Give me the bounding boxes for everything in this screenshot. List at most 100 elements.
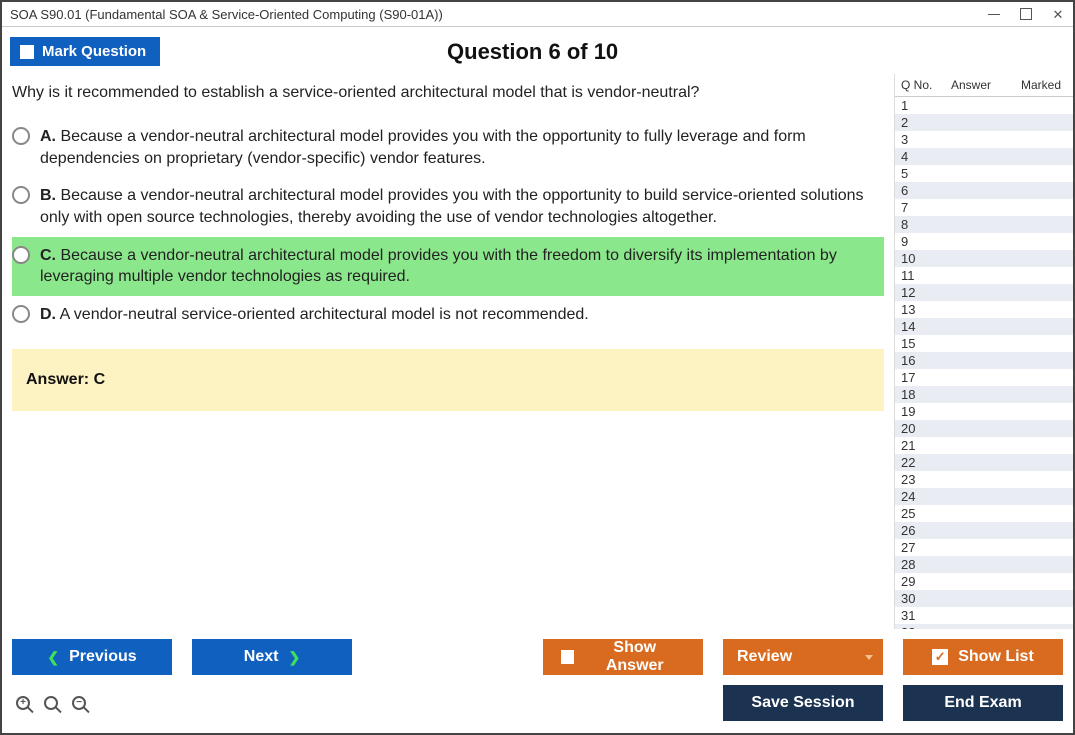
- show-answer-button[interactable]: Show Answer: [543, 639, 703, 675]
- sidebar-row-qno: 12: [901, 285, 951, 300]
- sidebar-header-marked: Marked: [1021, 78, 1067, 92]
- option-d[interactable]: D. A vendor-neutral service-oriented arc…: [12, 296, 884, 334]
- sidebar-row[interactable]: 25: [895, 505, 1073, 522]
- review-button[interactable]: Review: [723, 639, 883, 675]
- sidebar-header: Q No. Answer Marked: [895, 74, 1073, 97]
- sidebar-row[interactable]: 26: [895, 522, 1073, 539]
- sidebar-row[interactable]: 15: [895, 335, 1073, 352]
- sidebar-row[interactable]: 22: [895, 454, 1073, 471]
- chevron-right-icon: ❯: [288, 649, 300, 666]
- zoom-out-icon[interactable]: −: [68, 692, 90, 714]
- footer-row-1: ❮ Previous Next ❯ Show Answer Review ✓ S…: [12, 639, 1063, 675]
- option-c[interactable]: C. Because a vendor-neutral architectura…: [12, 237, 884, 296]
- sidebar-row[interactable]: 1: [895, 97, 1073, 114]
- sidebar-row-qno: 10: [901, 251, 951, 266]
- sidebar-row[interactable]: 11: [895, 267, 1073, 284]
- option-body: A vendor-neutral service-oriented archit…: [56, 306, 589, 323]
- sidebar-row-qno: 27: [901, 540, 951, 555]
- sidebar-header-answer: Answer: [951, 78, 1021, 92]
- sidebar-row[interactable]: 5: [895, 165, 1073, 182]
- window-title: SOA S90.01 (Fundamental SOA & Service-Or…: [10, 7, 987, 22]
- show-list-button[interactable]: ✓ Show List: [903, 639, 1063, 675]
- end-exam-button[interactable]: End Exam: [903, 685, 1063, 721]
- sidebar-row-qno: 16: [901, 353, 951, 368]
- sidebar-row-qno: 18: [901, 387, 951, 402]
- sidebar-row-qno: 1: [901, 98, 951, 113]
- option-letter: B.: [40, 187, 56, 204]
- sidebar-row[interactable]: 21: [895, 437, 1073, 454]
- sidebar-row[interactable]: 19: [895, 403, 1073, 420]
- options-list: A. Because a vendor-neutral architectura…: [12, 118, 884, 333]
- sidebar-row[interactable]: 12: [895, 284, 1073, 301]
- sidebar-row[interactable]: 13: [895, 301, 1073, 318]
- sidebar: Q No. Answer Marked 12345678910111213141…: [894, 74, 1073, 629]
- option-body: Because a vendor-neutral architectural m…: [40, 247, 837, 286]
- sidebar-row[interactable]: 4: [895, 148, 1073, 165]
- save-session-button[interactable]: Save Session: [723, 685, 883, 721]
- sidebar-row[interactable]: 17: [895, 369, 1073, 386]
- sidebar-row-qno: 24: [901, 489, 951, 504]
- sidebar-row-qno: 30: [901, 591, 951, 606]
- sidebar-row[interactable]: 27: [895, 539, 1073, 556]
- sidebar-row[interactable]: 24: [895, 488, 1073, 505]
- sidebar-row[interactable]: 28: [895, 556, 1073, 573]
- end-exam-label: End Exam: [944, 694, 1021, 712]
- sidebar-row-qno: 4: [901, 149, 951, 164]
- previous-button[interactable]: ❮ Previous: [12, 639, 172, 675]
- sidebar-row[interactable]: 6: [895, 182, 1073, 199]
- sidebar-row[interactable]: 18: [895, 386, 1073, 403]
- mark-question-label: Mark Question: [42, 43, 146, 60]
- sidebar-row[interactable]: 7: [895, 199, 1073, 216]
- show-list-label: Show List: [958, 648, 1034, 666]
- sidebar-row-qno: 19: [901, 404, 951, 419]
- mark-question-button[interactable]: Mark Question: [10, 37, 160, 66]
- caret-down-icon: [865, 655, 873, 660]
- zoom-in-icon[interactable]: +: [12, 692, 34, 714]
- sidebar-list[interactable]: 1234567891011121314151617181920212223242…: [895, 97, 1073, 629]
- answer-box: Answer: C: [12, 349, 884, 411]
- sidebar-row[interactable]: 31: [895, 607, 1073, 624]
- zoom-reset-icon[interactable]: [40, 692, 62, 714]
- sidebar-row[interactable]: 2: [895, 114, 1073, 131]
- sidebar-row[interactable]: 16: [895, 352, 1073, 369]
- zoom-controls: + −: [12, 692, 90, 714]
- checkmark-icon: ✓: [932, 649, 948, 665]
- sidebar-row-qno: 22: [901, 455, 951, 470]
- sidebar-row-qno: 7: [901, 200, 951, 215]
- option-text: A. Because a vendor-neutral architectura…: [40, 118, 884, 177]
- chevron-left-icon: ❮: [47, 649, 59, 666]
- sidebar-row-qno: 9: [901, 234, 951, 249]
- sidebar-row-qno: 20: [901, 421, 951, 436]
- option-a[interactable]: A. Because a vendor-neutral architectura…: [12, 118, 884, 177]
- sidebar-row-qno: 23: [901, 472, 951, 487]
- close-icon[interactable]: [1051, 7, 1065, 21]
- next-button[interactable]: Next ❯: [192, 639, 352, 675]
- option-letter: A.: [40, 128, 56, 145]
- square-icon: [561, 650, 574, 664]
- main-column: Why is it recommended to establish a ser…: [2, 74, 894, 629]
- sidebar-row[interactable]: 20: [895, 420, 1073, 437]
- sidebar-row-qno: 11: [901, 268, 951, 283]
- footer: ❮ Previous Next ❯ Show Answer Review ✓ S…: [2, 629, 1073, 733]
- minimize-icon[interactable]: [987, 7, 1001, 21]
- next-label: Next: [244, 648, 279, 666]
- titlebar: SOA S90.01 (Fundamental SOA & Service-Or…: [2, 2, 1073, 27]
- sidebar-row[interactable]: 23: [895, 471, 1073, 488]
- question-counter: Question 6 of 10: [160, 39, 905, 65]
- sidebar-row-qno: 5: [901, 166, 951, 181]
- sidebar-row[interactable]: 30: [895, 590, 1073, 607]
- radio-icon: [12, 305, 30, 323]
- sidebar-row[interactable]: 9: [895, 233, 1073, 250]
- maximize-icon[interactable]: [1019, 7, 1033, 21]
- sidebar-row[interactable]: 10: [895, 250, 1073, 267]
- sidebar-row[interactable]: 8: [895, 216, 1073, 233]
- sidebar-row-qno: 6: [901, 183, 951, 198]
- sidebar-row-qno: 31: [901, 608, 951, 623]
- sidebar-row-qno: 15: [901, 336, 951, 351]
- sidebar-header-qno: Q No.: [901, 78, 951, 92]
- window-controls: [987, 7, 1065, 21]
- option-b[interactable]: B. Because a vendor-neutral architectura…: [12, 177, 884, 236]
- sidebar-row[interactable]: 29: [895, 573, 1073, 590]
- sidebar-row[interactable]: 3: [895, 131, 1073, 148]
- sidebar-row[interactable]: 14: [895, 318, 1073, 335]
